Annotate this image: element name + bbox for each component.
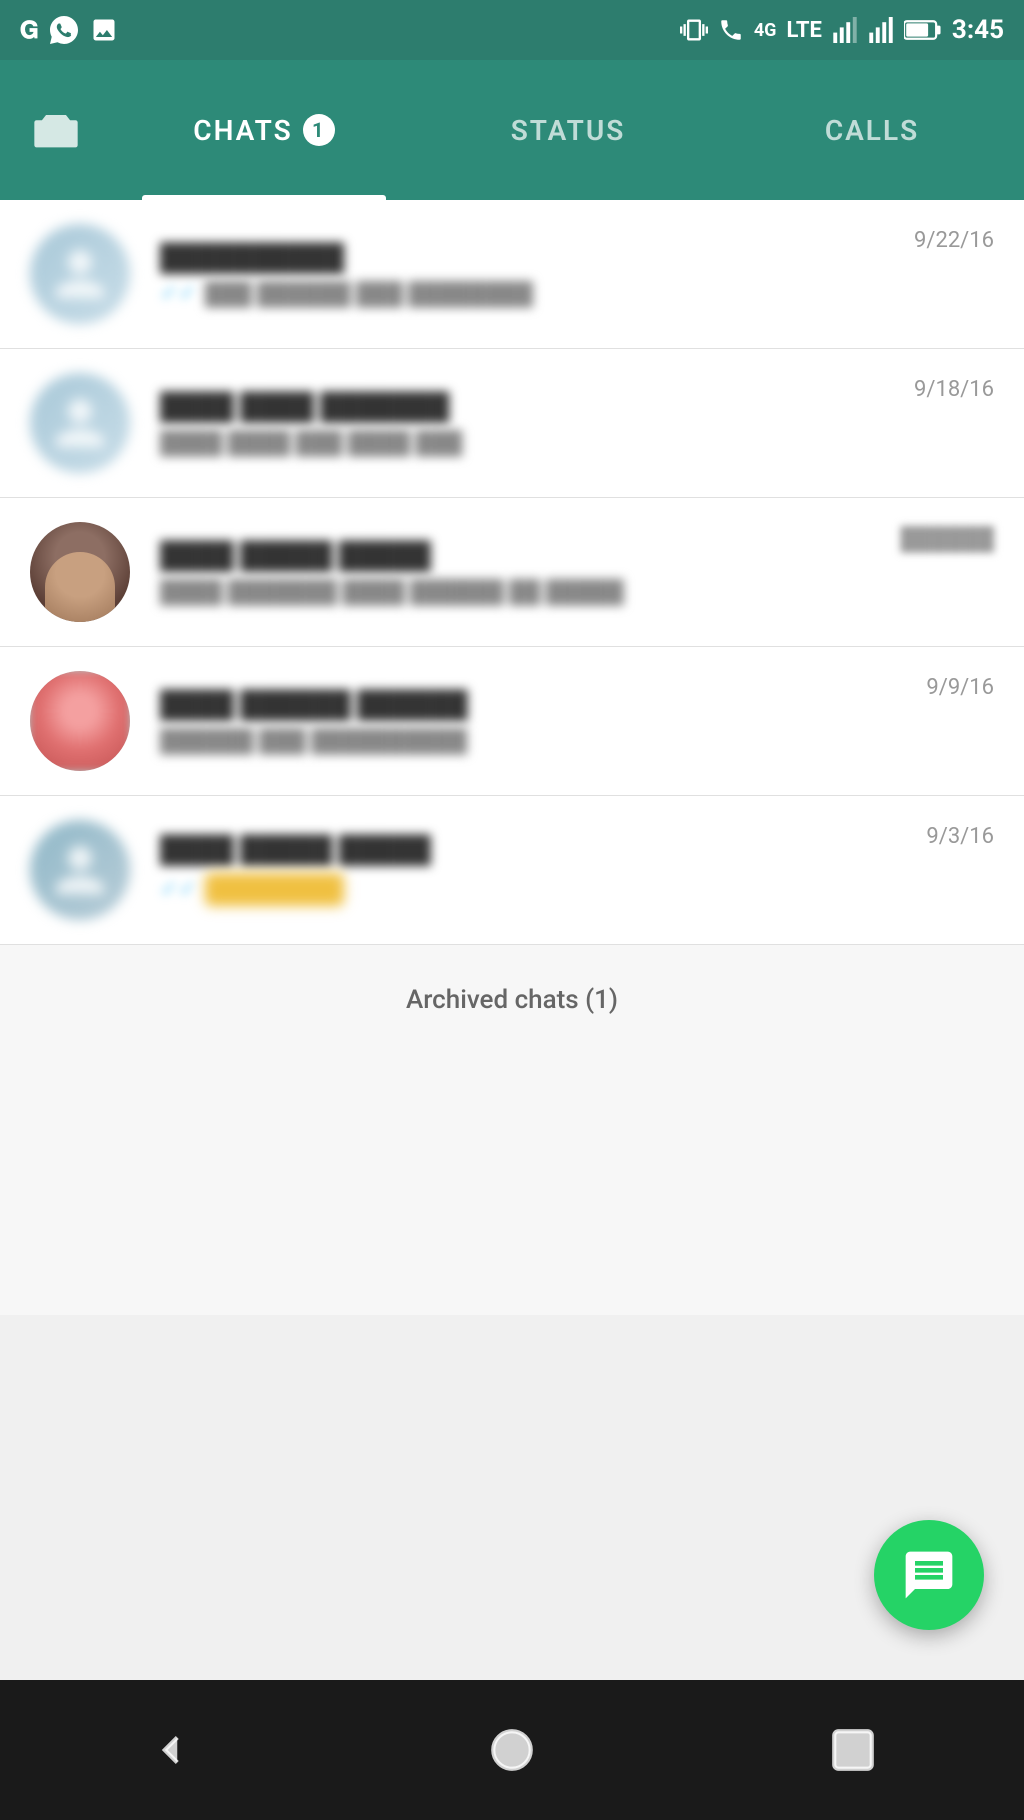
time-display: 3:45 bbox=[952, 15, 1004, 45]
archived-chats-row[interactable]: Archived chats (1) bbox=[0, 945, 1024, 1055]
preview-text: ████ ████ ███ ████ ███ bbox=[160, 430, 462, 456]
chat-preview: ████ ████ ███ ████ ███ bbox=[160, 430, 914, 456]
preview-text: ███ ██████ ███ ████████ bbox=[205, 281, 533, 307]
back-button[interactable] bbox=[131, 1710, 211, 1790]
gallery-icon bbox=[90, 16, 118, 44]
avatar bbox=[30, 820, 130, 920]
status-bar-right-icons: 4G LTE 3:45 bbox=[680, 15, 1004, 45]
avatar bbox=[30, 522, 130, 622]
call-icon bbox=[718, 17, 744, 43]
empty-area bbox=[0, 1055, 1024, 1315]
chat-date: 9/9/16 bbox=[926, 675, 994, 700]
tab-chats[interactable]: CHATS 1 bbox=[112, 60, 416, 200]
network-type-4g: 4G bbox=[754, 20, 777, 41]
status-tab-label: STATUS bbox=[511, 114, 626, 147]
chat-name: ██████████ bbox=[160, 242, 914, 273]
chat-date: ██████ bbox=[900, 526, 994, 552]
chat-item[interactable]: ████ █████ █████ ✓✓ ███████ 9/3/16 bbox=[0, 796, 1024, 945]
lte-label: LTE bbox=[786, 18, 821, 43]
chat-info: ████ █████ █████ ✓✓ ███████ bbox=[160, 834, 926, 906]
preview-text: ████ ███████ ████ ██████ ██ █████ bbox=[160, 579, 624, 605]
chat-name: ████ █████ █████ bbox=[160, 540, 900, 571]
chat-name: ████ █████ █████ bbox=[160, 834, 926, 865]
battery-icon bbox=[904, 19, 942, 41]
vibrate-icon bbox=[680, 16, 708, 44]
chat-date: 9/18/16 bbox=[914, 377, 994, 402]
back-icon bbox=[146, 1725, 196, 1775]
whatsapp-status-icon bbox=[50, 16, 78, 44]
chat-info: ████ █████ █████ ████ ███████ ████ █████… bbox=[160, 540, 900, 605]
camera-button[interactable] bbox=[0, 60, 112, 200]
chat-name: ████ ████ ███████ bbox=[160, 391, 914, 422]
chat-name: ████ ██████ ██████ bbox=[160, 689, 926, 720]
chat-list: ██████████ ✓✓ ███ ██████ ███ ████████ 9/… bbox=[0, 200, 1024, 945]
g-icon: 𝐆 bbox=[20, 16, 38, 44]
person-icon bbox=[50, 840, 110, 900]
signal-icon-1 bbox=[832, 17, 858, 43]
preview-text: ██████ ███ ██████████ bbox=[160, 728, 467, 754]
chat-date: 9/3/16 bbox=[926, 824, 994, 849]
chat-preview: ██████ ███ ██████████ bbox=[160, 728, 926, 754]
chats-badge: 1 bbox=[303, 114, 335, 146]
recents-button[interactable] bbox=[813, 1710, 893, 1790]
camera-icon bbox=[30, 104, 82, 156]
signal-icon-2 bbox=[868, 17, 894, 43]
home-icon bbox=[487, 1725, 537, 1775]
chat-item[interactable]: ████ ████ ███████ ████ ████ ███ ████ ███… bbox=[0, 349, 1024, 498]
calls-tab-label: CALLS bbox=[825, 114, 919, 147]
avatar bbox=[30, 373, 130, 473]
tab-status[interactable]: STATUS bbox=[416, 60, 720, 200]
archived-label: Archived chats (1) bbox=[406, 985, 618, 1015]
chat-preview: ✓✓ ███████ bbox=[160, 873, 926, 906]
chat-item[interactable]: ████ ██████ ██████ ██████ ███ ██████████… bbox=[0, 647, 1024, 796]
recents-icon bbox=[828, 1725, 878, 1775]
person-icon bbox=[50, 393, 110, 453]
chat-info: ████ ████ ███████ ████ ████ ███ ████ ███ bbox=[160, 391, 914, 456]
chat-preview: ✓✓ ███ ██████ ███ ████████ bbox=[160, 281, 914, 307]
top-navigation: CHATS 1 STATUS CALLS bbox=[0, 60, 1024, 200]
message-tick: ✓✓ bbox=[160, 281, 197, 306]
tab-calls[interactable]: CALLS bbox=[720, 60, 1024, 200]
chats-tab-label: CHATS bbox=[193, 114, 292, 147]
status-bar: 𝐆 4G LTE bbox=[0, 0, 1024, 60]
new-chat-fab[interactable] bbox=[874, 1520, 984, 1630]
chat-item[interactable]: ████ █████ █████ ████ ███████ ████ █████… bbox=[0, 498, 1024, 647]
status-bar-left-icons: 𝐆 bbox=[20, 16, 118, 44]
home-button[interactable] bbox=[472, 1710, 552, 1790]
chat-info: ████ ██████ ██████ ██████ ███ ██████████ bbox=[160, 689, 926, 754]
message-tick: ✓✓ bbox=[160, 877, 197, 902]
avatar bbox=[30, 671, 130, 771]
chat-date: 9/22/16 bbox=[914, 228, 994, 253]
compose-icon bbox=[901, 1547, 957, 1603]
bottom-navigation bbox=[0, 1680, 1024, 1820]
chat-item[interactable]: ██████████ ✓✓ ███ ██████ ███ ████████ 9/… bbox=[0, 200, 1024, 349]
nav-tabs-container: CHATS 1 STATUS CALLS bbox=[112, 60, 1024, 200]
avatar bbox=[30, 224, 130, 324]
chat-info: ██████████ ✓✓ ███ ██████ ███ ████████ bbox=[160, 242, 914, 307]
person-icon bbox=[50, 244, 110, 304]
chat-preview: ████ ███████ ████ ██████ ██ █████ bbox=[160, 579, 900, 605]
preview-badge: ███████ bbox=[205, 873, 344, 906]
